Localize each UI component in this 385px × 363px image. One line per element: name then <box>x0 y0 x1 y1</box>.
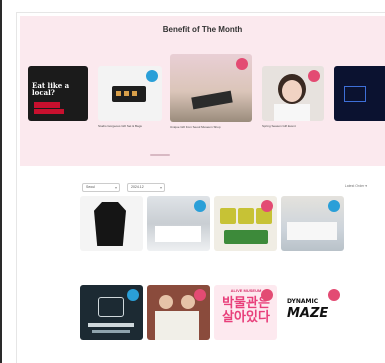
hotel-bed-shape <box>287 222 337 240</box>
benefit-card[interactable]: Studio Gorgeous Gift Set & Bags <box>98 66 162 128</box>
person-head <box>159 295 173 309</box>
benefit-card-image <box>262 66 324 121</box>
product-box <box>220 208 236 224</box>
art-line <box>88 323 134 327</box>
chevron-down-icon: ▾ <box>159 185 162 190</box>
product-card[interactable]: ALIVE MUSEUM 박물관은 살아있다 <box>214 285 277 343</box>
product-badge <box>328 289 340 301</box>
product-card[interactable] <box>214 196 277 254</box>
benefit-card-image <box>334 66 385 121</box>
product-badge <box>261 289 273 301</box>
date-filter-label: 2024.12 <box>131 185 144 189</box>
red-label <box>34 109 64 114</box>
gift-item <box>124 91 129 96</box>
product-image <box>281 196 344 251</box>
product-badge <box>194 289 206 301</box>
gift-item <box>116 91 121 96</box>
date-filter[interactable]: 2024.12 ▾ <box>127 183 165 192</box>
benefit-caption: Studio Gorgeous Gift Set & Bags <box>98 124 142 128</box>
product-image: DYNAMIC MAZE <box>281 285 344 340</box>
benefit-card[interactable]: Eat like a local? <box>28 66 88 121</box>
product-image <box>147 196 210 251</box>
left-divider <box>0 0 2 363</box>
benefit-badge <box>308 70 320 82</box>
person-head <box>181 295 195 309</box>
sort-label: Latest Order <box>344 184 365 188</box>
dynamic-maze-art-main: MAZE <box>287 306 329 321</box>
product-box <box>224 230 268 244</box>
product-card[interactable] <box>80 285 143 343</box>
product-box <box>238 208 254 224</box>
benefit-caption: Unique Gift from Seoul Museum Shop <box>170 125 221 129</box>
portrait-shirt <box>274 104 310 121</box>
benefit-title: Benefit of The Month <box>162 25 243 34</box>
eat-like-local-art: Eat like a local? <box>32 81 70 97</box>
product-image <box>80 196 143 251</box>
gift-item <box>132 91 137 96</box>
product-badge <box>328 200 340 212</box>
product-card[interactable] <box>80 196 143 254</box>
benefit-card-image: Eat like a local? <box>28 66 88 121</box>
room-bed-shape <box>155 226 201 242</box>
sort-dropdown[interactable]: Latest Order ▾ <box>345 184 367 188</box>
chevron-down-icon: ▾ <box>114 185 117 190</box>
dynamic-maze-art-top: DYNAMIC <box>287 298 319 305</box>
benefit-card[interactable]: Unique Gift from Seoul Museum Shop <box>170 54 252 129</box>
product-badge <box>127 289 139 301</box>
person-body <box>155 311 177 340</box>
benefit-card[interactable] <box>334 66 385 121</box>
neon-frame <box>344 86 366 102</box>
product-card[interactable] <box>147 196 210 254</box>
art-line <box>92 330 130 333</box>
benefit-badge <box>236 58 248 70</box>
product-image: ALIVE MUSEUM 박물관은 살아있다 <box>214 285 277 340</box>
product-image <box>80 285 143 340</box>
camera-icon <box>98 297 124 317</box>
product-card[interactable] <box>281 196 344 254</box>
region-filter-label: Seoul <box>86 185 95 189</box>
benefit-card-image <box>98 66 162 121</box>
benefit-caption: Spring Season Gift Event <box>262 124 296 128</box>
benefit-badge <box>146 70 158 82</box>
product-card[interactable]: DYNAMIC MAZE <box>281 285 344 343</box>
product-image <box>147 285 210 340</box>
region-filter[interactable]: Seoul ▾ <box>82 183 120 192</box>
product-image <box>214 196 277 251</box>
product-badge <box>261 200 273 212</box>
benefit-card[interactable]: Spring Season Gift Event <box>262 66 324 128</box>
person-body <box>177 311 199 340</box>
red-label <box>34 102 60 108</box>
carousel-indicator[interactable] <box>150 154 170 156</box>
street-car-shape <box>191 90 233 110</box>
alive-museum-art-main: 박물관은 살아있다 <box>222 296 270 326</box>
benefit-section: Benefit of The Month Eat like a local? S… <box>20 16 385 166</box>
black-garment-shape <box>94 202 126 246</box>
portrait-face <box>282 80 302 102</box>
benefit-card-image <box>170 54 252 122</box>
product-badge <box>194 200 206 212</box>
product-card[interactable] <box>147 285 210 343</box>
